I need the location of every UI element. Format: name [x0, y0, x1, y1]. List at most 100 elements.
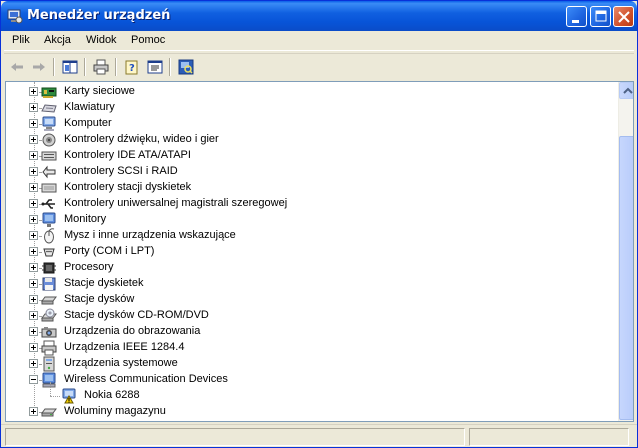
close-button[interactable] — [613, 6, 634, 27]
tree-category[interactable]: Monitory — [6, 212, 606, 228]
tree-category[interactable]: Klawiatury — [6, 100, 606, 116]
tree-item-label: Stacje dysków CD-ROM/DVD — [64, 309, 209, 321]
expand-toggle[interactable] — [29, 231, 38, 240]
properties-help-button[interactable]: ? — [121, 56, 143, 78]
tree-device[interactable]: Nokia 6288 — [6, 382, 606, 404]
back-button[interactable] — [6, 56, 28, 78]
properties-help-icon: ? — [125, 60, 138, 75]
plus-sign — [33, 345, 34, 350]
tree-category[interactable]: Urządzenia systemowe — [6, 356, 606, 372]
scroll-up-button[interactable] — [619, 82, 633, 99]
floppy-controller-icon — [41, 183, 57, 193]
toolbar-separator — [53, 58, 55, 76]
cdrom-icon — [41, 308, 57, 322]
wireless-device-icon — [42, 372, 56, 388]
expand-toggle[interactable] — [29, 407, 38, 416]
device-manager-icon — [7, 9, 23, 24]
tree-item-label: Nokia 6288 — [84, 389, 140, 401]
tree-category[interactable]: Komputer — [6, 116, 606, 132]
expand-toggle[interactable] — [29, 135, 38, 144]
tree-item-label: Klawiatury — [64, 101, 115, 113]
menu-bar: Plik Akcja Widok Pomoc — [4, 31, 634, 51]
menu-widok[interactable]: Widok — [86, 34, 117, 46]
tree-category[interactable]: Urządzenia do obrazowania — [6, 324, 606, 340]
mouse-icon — [44, 228, 55, 244]
tree-item-label: Wireless Communication Devices — [64, 373, 228, 385]
tree-category[interactable]: Woluminy magazynu — [6, 404, 606, 420]
minimize-button[interactable] — [566, 6, 587, 27]
tree-item-label: Monitory — [64, 213, 107, 225]
tree-category[interactable]: Wireless Communication Devices — [6, 372, 606, 388]
tree-category[interactable]: Procesory — [6, 260, 606, 276]
tree-item-label: Kontrolery SCSI i RAID — [64, 165, 178, 177]
tree-category[interactable]: Karty sieciowe — [6, 84, 606, 100]
plus-sign — [33, 201, 34, 206]
expand-toggle[interactable] — [29, 103, 38, 112]
title-bar[interactable]: Menedżer urządzeń — [1, 1, 637, 31]
expand-toggle[interactable] — [29, 183, 38, 192]
expand-toggle[interactable] — [29, 343, 38, 352]
expand-toggle[interactable] — [29, 199, 38, 208]
scan-hardware-button[interactable] — [175, 56, 197, 78]
toolbar-separator — [84, 58, 86, 76]
tree-category[interactable]: Stacje dyskietek — [6, 276, 606, 292]
expand-toggle[interactable] — [29, 167, 38, 176]
properties-button[interactable] — [144, 56, 166, 78]
ide-controller-icon — [41, 151, 57, 161]
window-title: Menedżer urządzeń — [27, 8, 171, 23]
tree-category[interactable]: Stacje dysków CD-ROM/DVD — [6, 308, 606, 324]
forward-icon — [33, 63, 45, 71]
expand-toggle[interactable] — [29, 215, 38, 224]
plus-sign — [33, 233, 34, 238]
tree-category[interactable]: Kontrolery SCSI i RAID — [6, 164, 606, 180]
menu-plik[interactable]: Plik — [12, 34, 30, 46]
tree-connector-line — [50, 396, 60, 397]
tree-item-label: Stacje dyskietek — [64, 277, 144, 289]
expand-toggle[interactable] — [29, 119, 38, 128]
expand-toggle[interactable] — [29, 247, 38, 256]
svg-text:?: ? — [129, 63, 135, 74]
expand-toggle[interactable] — [29, 263, 38, 272]
plus-sign — [33, 105, 34, 110]
forward-button[interactable] — [28, 56, 50, 78]
menu-pomoc[interactable]: Pomoc — [131, 34, 165, 46]
tree-category[interactable]: Kontrolery stacji dyskietek — [6, 180, 606, 196]
tree-category[interactable]: Mysz i inne urządzenia wskazujące — [6, 228, 606, 244]
expand-toggle[interactable] — [29, 359, 38, 368]
tree-item-label: Urządzenia do obrazowania — [64, 325, 201, 337]
tree-category[interactable]: Kontrolery IDE ATA/ATAPI — [6, 148, 606, 164]
expand-toggle[interactable] — [29, 327, 38, 336]
tree-category[interactable]: Kontrolery uniwersalnej magistrali szere… — [6, 196, 606, 212]
menu-akcja[interactable]: Akcja — [44, 34, 71, 46]
tree-item-label: Komputer — [64, 117, 112, 129]
tree-category[interactable]: Urządzenia IEEE 1284.4 — [6, 340, 606, 356]
expand-toggle[interactable] — [29, 151, 38, 160]
status-pane — [5, 428, 465, 446]
collapse-toggle[interactable] — [29, 375, 38, 384]
print-button[interactable] — [90, 56, 112, 78]
expand-toggle[interactable] — [29, 311, 38, 320]
processor-icon — [42, 262, 56, 274]
scsi-icon — [42, 165, 56, 179]
expand-toggle[interactable] — [29, 87, 38, 96]
vertical-scrollbar[interactable] — [618, 82, 633, 421]
plus-sign — [33, 217, 34, 222]
tree-item-label: Kontrolery dźwięku, wideo i gier — [64, 133, 219, 145]
tree-item-label: Porty (COM i LPT) — [64, 245, 155, 257]
tree-category[interactable]: Porty (COM i LPT) — [6, 244, 606, 260]
expand-toggle[interactable] — [29, 295, 38, 304]
tree-item-label: Procesory — [64, 261, 114, 273]
maximize-button[interactable] — [590, 6, 611, 27]
tree-category[interactable]: Stacje dysków — [6, 292, 606, 308]
scrollbar-thumb[interactable] — [619, 136, 633, 420]
tree-item-label: Urządzenia IEEE 1284.4 — [64, 341, 185, 353]
plus-sign — [33, 329, 34, 334]
plus-sign — [33, 153, 34, 158]
tree-category[interactable]: Kontrolery dźwięku, wideo i gier — [6, 132, 606, 148]
maximize-icon — [595, 10, 607, 22]
expand-toggle[interactable] — [29, 279, 38, 288]
show-hide-console-tree-button[interactable] — [59, 56, 81, 78]
arrow-up-icon — [623, 87, 633, 94]
plus-sign — [33, 265, 34, 270]
scan-hardware-icon — [178, 59, 194, 75]
